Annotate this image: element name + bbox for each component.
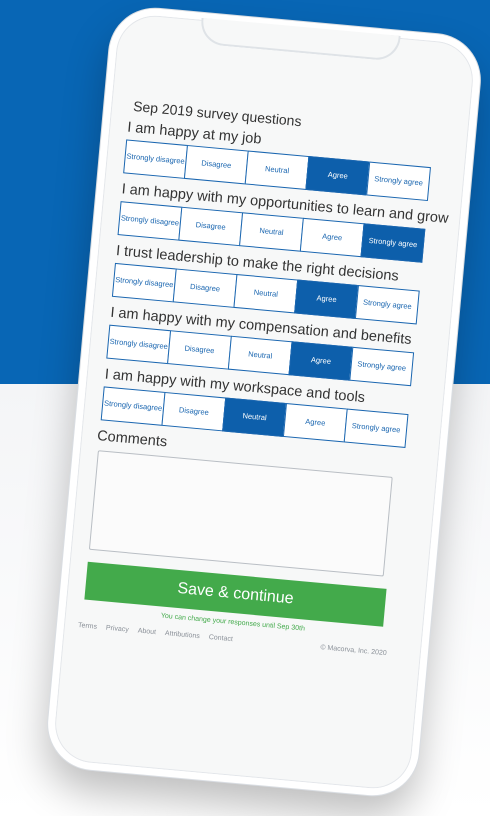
footer-link-attributions[interactable]: Attributions	[165, 630, 201, 640]
option-strongly-agree[interactable]: Strongly agree	[354, 285, 420, 325]
option-agree[interactable]: Agree	[294, 279, 359, 319]
option-agree[interactable]: Agree	[299, 217, 365, 258]
phone-mockup: Sep 2019 survey questions I am happy at …	[0, 0, 490, 816]
footer-link-terms[interactable]: Terms	[78, 622, 98, 631]
option-disagree[interactable]: Disagree	[183, 144, 249, 185]
option-disagree[interactable]: Disagree	[178, 206, 244, 247]
option-neutral[interactable]: Neutral	[244, 150, 310, 190]
phone-notch	[199, 17, 401, 62]
option-disagree[interactable]: Disagree	[172, 268, 238, 308]
footer-link-privacy[interactable]: Privacy	[106, 625, 129, 634]
option-strongly-agree[interactable]: Strongly agree	[349, 346, 415, 387]
comments-textarea[interactable]	[88, 450, 393, 577]
option-strongly-disagree[interactable]: Strongly disagree	[123, 139, 188, 179]
footer-link-about[interactable]: About	[137, 628, 156, 637]
option-strongly-disagree[interactable]: Strongly disagree	[117, 201, 183, 241]
option-strongly-agree[interactable]: Strongly agree	[366, 161, 431, 202]
option-disagree[interactable]: Disagree	[161, 391, 227, 432]
phone-frame: Sep 2019 survey questions I am happy at …	[44, 4, 484, 800]
option-neutral[interactable]: Neutral	[239, 212, 304, 252]
option-neutral[interactable]: Neutral	[227, 335, 293, 376]
option-strongly-agree[interactable]: Strongly agree	[343, 408, 409, 449]
option-neutral[interactable]: Neutral	[222, 397, 287, 437]
footer-link-contact[interactable]: Contact	[208, 634, 233, 643]
footer-spacer	[241, 637, 311, 650]
survey-screen: Sep 2019 survey questions I am happy at …	[78, 69, 460, 659]
option-agree[interactable]: Agree	[282, 402, 348, 443]
option-agree[interactable]: Agree	[305, 156, 371, 196]
option-strongly-disagree[interactable]: Strongly disagree	[111, 262, 177, 303]
option-disagree[interactable]: Disagree	[167, 330, 232, 370]
footer-copyright: © Macorva, Inc. 2020	[320, 644, 388, 658]
footer: Terms Privacy About Attributions Contact…	[78, 622, 387, 657]
option-agree[interactable]: Agree	[288, 341, 354, 381]
option-strongly-disagree[interactable]: Strongly disagree	[106, 324, 172, 365]
option-strongly-disagree[interactable]: Strongly disagree	[100, 386, 166, 426]
option-strongly-agree[interactable]: Strongly agree	[360, 223, 426, 263]
option-neutral[interactable]: Neutral	[233, 273, 299, 314]
question-list: I am happy at my job Strongly disagree Dis…	[97, 119, 455, 450]
